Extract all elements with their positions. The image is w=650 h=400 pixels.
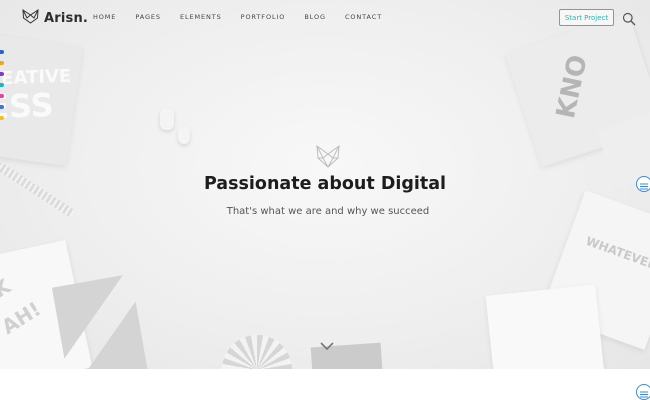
- bg-cap-1: [160, 108, 174, 130]
- nav-item-portfolio[interactable]: PORTFOLIO: [241, 13, 286, 21]
- side-panel-button[interactable]: [636, 384, 650, 400]
- bg-word-ah: AH!: [0, 296, 46, 339]
- fox-logo-icon: [22, 9, 39, 28]
- brand-name: Arisn.: [44, 11, 89, 26]
- bg-word-kno: KNO: [551, 52, 594, 122]
- brand-logo[interactable]: Arisn.: [22, 9, 88, 28]
- color-swatch[interactable]: [0, 94, 4, 98]
- bg-word-whatever: WHATEVER: [583, 233, 650, 273]
- menu-list-icon: [640, 175, 648, 194]
- nav-item-contact[interactable]: CONTACT: [345, 13, 382, 21]
- hero-subtitle: That's what we are and why we succeed: [226, 206, 430, 217]
- color-swatch[interactable]: [0, 105, 4, 109]
- bg-paper-card-left: EATIVE ESS: [0, 33, 83, 167]
- menu-list-icon: [640, 383, 648, 400]
- nav-item-blog[interactable]: BLOG: [304, 13, 326, 21]
- search-icon[interactable]: [622, 11, 636, 26]
- color-swatch[interactable]: [0, 83, 4, 87]
- bg-word-ess: ESS: [0, 85, 55, 127]
- start-project-button[interactable]: Start Project: [559, 9, 614, 26]
- bg-cap-2: [178, 126, 190, 144]
- side-panel-button[interactable]: [636, 176, 650, 192]
- fox-logo-icon: [315, 144, 341, 172]
- hero-title: Passionate about Digital: [203, 174, 447, 194]
- bg-paper-card-right-lower: [485, 284, 605, 369]
- nav-item-pages[interactable]: PAGES: [135, 13, 161, 21]
- nav-item-home[interactable]: HOME: [93, 13, 116, 21]
- chevron-down-icon[interactable]: [320, 336, 334, 355]
- color-swatch[interactable]: [0, 61, 4, 65]
- nav-item-elements[interactable]: ELEMENTS: [180, 13, 222, 21]
- bg-grey-shape-bottom: [51, 273, 149, 369]
- hero-section: EATIVE ESS KNO WHATEVER K AH! Passionate…: [0, 0, 650, 369]
- color-swatch[interactable]: [0, 50, 4, 54]
- bg-word-k: K: [0, 273, 15, 303]
- color-swatch[interactable]: [0, 72, 4, 76]
- site-header: Arisn. HOME PAGES ELEMENTS PORTFOLIO BLO…: [0, 0, 650, 36]
- color-swatch-strip: [0, 50, 5, 127]
- bg-lollipop: [222, 335, 292, 369]
- color-swatch[interactable]: [0, 116, 4, 120]
- main-nav: HOME PAGES ELEMENTS PORTFOLIO BLOG CONTA…: [93, 13, 401, 21]
